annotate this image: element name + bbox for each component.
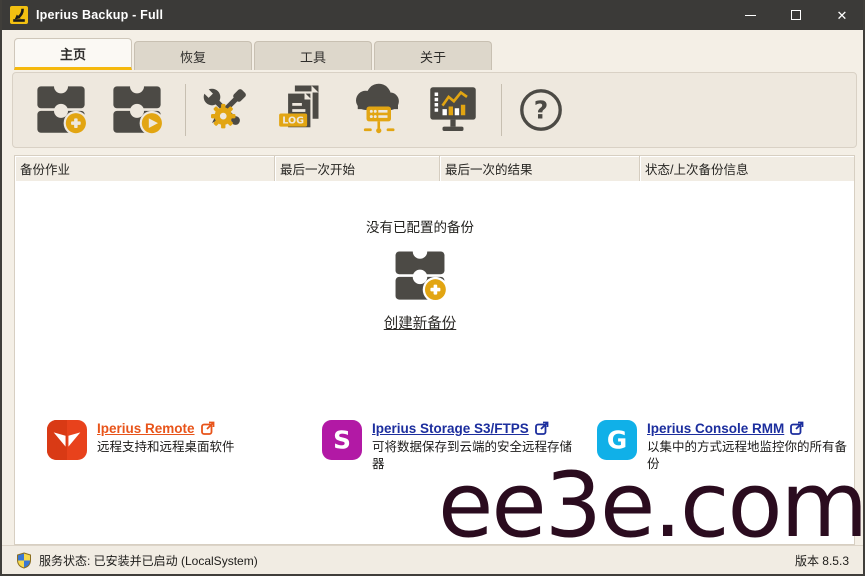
iperius-console-link[interactable]: Iperius Console RMM <box>647 421 784 436</box>
column-header-last-start[interactable]: 最后一次开始 <box>275 156 440 181</box>
iperius-console-description: 以集中的方式远程地监控你的所有备份 <box>647 439 853 473</box>
promo-iperius-remote: Iperius Remote 远程支持和远程桌面软件 <box>47 420 235 460</box>
minimize-icon <box>745 15 756 16</box>
external-link-icon <box>789 420 805 436</box>
external-link-icon <box>200 420 216 436</box>
maximize-icon <box>791 10 801 20</box>
promo-iperius-storage: S Iperius Storage S3/FTPS 可将数据保存到云端的安全远程… <box>322 420 578 473</box>
service-status-text: 服务状态: 已安装并已启动 (LocalSystem) <box>39 552 258 569</box>
tab-restore[interactable]: 恢复 <box>134 41 252 70</box>
create-backup-button[interactable] <box>33 81 89 139</box>
table-header: 备份作业 最后一次开始 最后一次的结果 状态/上次备份信息 <box>15 156 854 181</box>
app-logo-icon <box>10 6 28 24</box>
cloud-backup-button[interactable] <box>349 81 405 139</box>
iperius-storage-description: 可将数据保存到云端的安全远程存储器 <box>372 439 578 473</box>
column-header-last-result[interactable]: 最后一次的结果 <box>440 156 640 181</box>
app-window: Iperius Backup - Full ✕ 主页 恢复 工具 关于 <box>0 0 865 576</box>
log-label: LOG <box>282 116 304 127</box>
toolbar-separator <box>185 84 186 136</box>
create-new-backup-link[interactable]: 创建新备份 <box>384 312 457 333</box>
status-bar: 服务状态: 已安装并已启动 (LocalSystem) 版本 8.5.3 <box>2 545 863 574</box>
tab-home[interactable]: 主页 <box>14 38 132 70</box>
column-header-status-info[interactable]: 状态/上次备份信息 <box>640 156 854 181</box>
help-glyph: ? <box>534 96 548 125</box>
close-button[interactable]: ✕ <box>819 0 865 30</box>
column-header-backup-job[interactable]: 备份作业 <box>15 156 275 181</box>
tab-bar: 主页 恢复 工具 关于 <box>2 30 863 70</box>
iperius-remote-link[interactable]: Iperius Remote <box>97 421 195 436</box>
toolbar-separator <box>501 84 502 136</box>
tools-button[interactable] <box>197 81 253 139</box>
iperius-console-logo-icon[interactable]: G <box>597 420 637 460</box>
external-link-icon <box>534 420 550 436</box>
uac-shield-icon <box>16 552 32 569</box>
close-icon: ✕ <box>837 9 848 22</box>
cloud-backup-icon <box>349 82 405 138</box>
create-backup-icon <box>33 82 89 138</box>
statistics-icon <box>425 82 481 138</box>
minimize-button[interactable] <box>727 0 773 30</box>
iperius-storage-link[interactable]: Iperius Storage S3/FTPS <box>372 421 529 436</box>
tab-tools-label: 工具 <box>300 47 326 66</box>
toolbar: LOG <box>12 72 857 148</box>
promo-iperius-console: G Iperius Console RMM 以集中的方式远程地监控你的所有备份 <box>597 420 853 473</box>
version-text: 版本 8.5.3 <box>795 552 849 569</box>
tab-restore-label: 恢复 <box>180 47 206 66</box>
run-backup-button[interactable] <box>109 81 165 139</box>
create-backup-illustration-icon <box>391 248 449 304</box>
iperius-remote-description: 远程支持和远程桌面软件 <box>97 439 235 456</box>
tab-about[interactable]: 关于 <box>374 41 492 70</box>
run-backup-icon <box>109 82 165 138</box>
tools-icon <box>197 82 253 138</box>
tab-tools[interactable]: 工具 <box>254 41 372 70</box>
help-button[interactable]: ? <box>513 81 569 139</box>
empty-state: 没有已配置的备份 创建新备份 <box>15 216 825 333</box>
iperius-remote-logo-icon[interactable] <box>47 420 87 460</box>
window-controls: ✕ <box>727 0 865 30</box>
tab-home-label: 主页 <box>60 44 86 63</box>
maximize-button[interactable] <box>773 0 819 30</box>
empty-state-message: 没有已配置的备份 <box>366 216 474 236</box>
window-title: Iperius Backup - Full <box>36 8 163 22</box>
title-bar: Iperius Backup - Full ✕ <box>0 0 865 30</box>
tab-about-label: 关于 <box>420 47 446 66</box>
help-icon: ? <box>517 86 565 134</box>
logs-button[interactable]: LOG <box>273 81 329 139</box>
storage-logo-letter: S <box>333 426 351 455</box>
console-logo-letter: G <box>607 426 627 455</box>
iperius-storage-logo-icon[interactable]: S <box>322 420 362 460</box>
statistics-button[interactable] <box>425 81 481 139</box>
logs-icon: LOG <box>273 82 329 138</box>
backup-jobs-table: 备份作业 最后一次开始 最后一次的结果 状态/上次备份信息 没有已配置的备份 创… <box>14 155 855 545</box>
